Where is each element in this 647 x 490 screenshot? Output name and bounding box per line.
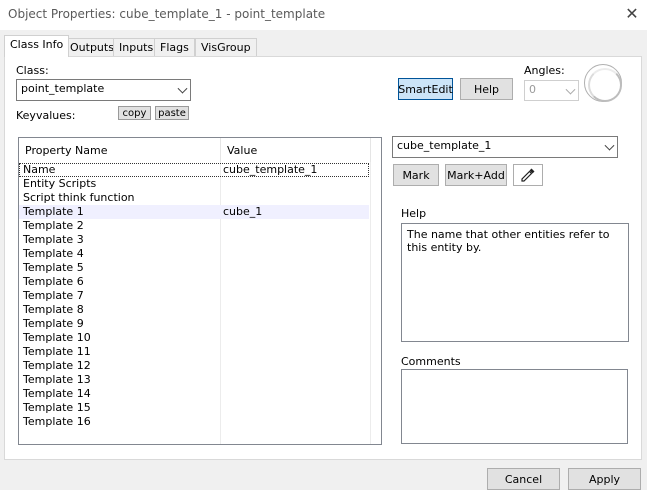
property-name-cell: Template 14 — [23, 387, 91, 400]
table-row[interactable]: Template 4 — [19, 247, 369, 261]
table-row[interactable]: Template 13 — [19, 373, 369, 387]
property-name-cell: Template 4 — [23, 247, 84, 260]
property-name-cell: Script think function — [23, 191, 135, 204]
angles-dropdown-value: 0 — [529, 83, 536, 96]
value-input-dropdown[interactable]: cube_template_1 — [392, 136, 618, 158]
class-dropdown-value: point_template — [21, 82, 105, 95]
table-row[interactable]: Template 6 — [19, 275, 369, 289]
table-row[interactable]: Template 5 — [19, 261, 369, 275]
angle-dial-ring — [588, 68, 622, 102]
property-name-cell: Template 10 — [23, 331, 91, 344]
tab-class-info[interactable]: Class Info — [4, 35, 70, 57]
close-icon[interactable]: ✕ — [622, 4, 642, 24]
table-row[interactable]: Template 11 — [19, 345, 369, 359]
table-row[interactable]: Template 9 — [19, 317, 369, 331]
property-name-cell: Template 1 — [23, 205, 84, 218]
property-name-cell: Template 15 — [23, 401, 91, 414]
column-header-value[interactable]: Value — [221, 138, 371, 162]
help-text-box: The name that other entities refer to th… — [401, 223, 629, 342]
table-row[interactable]: Template 14 — [19, 387, 369, 401]
property-name-cell: Template 3 — [23, 233, 84, 246]
chevron-down-icon — [177, 83, 188, 94]
tab-outputs[interactable]: Outputs — [64, 38, 120, 57]
angles-label: Angles: — [524, 64, 565, 77]
comments-label: Comments — [401, 355, 461, 368]
title-bar: Object Properties: cube_template_1 - poi… — [0, 0, 647, 30]
table-row[interactable]: Name cube_template_1 — [19, 163, 369, 177]
keyvalues-label: Keyvalues: — [16, 109, 76, 122]
keyvalue-table[interactable]: Property Name Value Name cube_template_1 E… — [18, 137, 382, 445]
help-button[interactable]: Help — [460, 78, 513, 100]
property-name-cell: Template 6 — [23, 275, 84, 288]
table-row[interactable]: Template 16 — [19, 415, 369, 429]
table-row[interactable]: Template 12 — [19, 359, 369, 373]
table-row[interactable]: Script think function — [19, 191, 369, 205]
mark-button[interactable]: Mark — [393, 164, 439, 186]
property-name-cell: Template 8 — [23, 303, 84, 316]
mark-add-button[interactable]: Mark+Add — [445, 164, 507, 186]
smartedit-button[interactable]: SmartEdit — [398, 78, 453, 100]
copy-button[interactable]: copy — [118, 106, 151, 120]
property-name-cell: Template 13 — [23, 373, 91, 386]
cancel-button[interactable]: Cancel — [487, 468, 560, 490]
angle-dial[interactable] — [584, 64, 622, 102]
property-name-cell: Name — [23, 163, 56, 176]
property-name-cell: Template 11 — [23, 345, 91, 358]
tab-inputs[interactable]: Inputs — [113, 38, 160, 57]
help-text: The name that other entities refer to th… — [407, 228, 610, 254]
class-label: Class: — [16, 64, 49, 77]
property-name-cell: Entity Scripts — [23, 177, 97, 190]
table-row[interactable]: Template 2 — [19, 219, 369, 233]
property-name-cell: Template 16 — [23, 415, 91, 428]
property-name-cell: Template 5 — [23, 261, 84, 274]
table-row[interactable]: Template 8 — [19, 303, 369, 317]
table-row[interactable]: Entity Scripts — [19, 177, 369, 191]
apply-button[interactable]: Apply — [568, 468, 641, 490]
property-value-cell: cube_template_1 — [223, 163, 318, 176]
angles-dropdown[interactable]: 0 — [524, 80, 579, 101]
eyedropper-icon — [521, 168, 535, 182]
table-row[interactable]: Template 3 — [19, 233, 369, 247]
window-title: Object Properties: cube_template_1 - poi… — [8, 7, 326, 21]
property-name-cell: Template 12 — [23, 359, 91, 372]
property-value-cell: cube_1 — [223, 205, 263, 218]
eyedropper-button[interactable] — [513, 164, 543, 186]
comments-textarea[interactable] — [401, 369, 628, 444]
table-row[interactable]: Template 15 — [19, 401, 369, 415]
property-name-cell: Template 7 — [23, 289, 84, 302]
chevron-down-icon — [604, 140, 615, 151]
column-header-property[interactable]: Property Name — [19, 138, 221, 162]
paste-button[interactable]: paste — [155, 106, 189, 120]
property-name-cell: Template 2 — [23, 219, 84, 232]
class-dropdown[interactable]: point_template — [16, 79, 191, 101]
tab-visgroup[interactable]: VisGroup — [195, 38, 257, 57]
chevron-down-icon — [565, 84, 576, 95]
property-name-cell: Template 9 — [23, 317, 84, 330]
table-row[interactable]: Template 1 cube_1 — [19, 205, 369, 219]
table-row[interactable]: Template 7 — [19, 289, 369, 303]
table-row[interactable]: Template 10 — [19, 331, 369, 345]
tab-flags[interactable]: Flags — [154, 38, 195, 57]
value-input-text: cube_template_1 — [397, 139, 492, 152]
help-panel-label: Help — [401, 207, 427, 220]
